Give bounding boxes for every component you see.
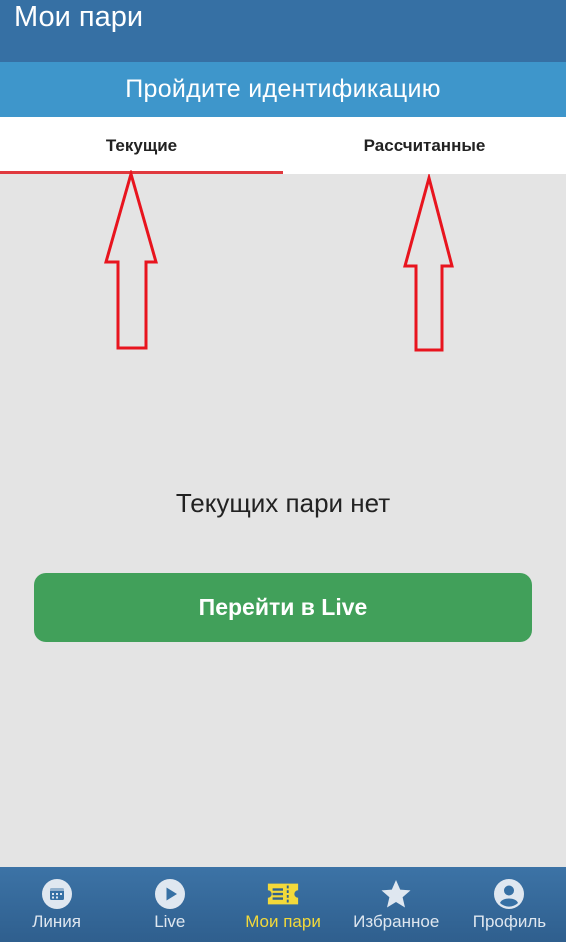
nav-item-live[interactable]: Live [113, 867, 226, 942]
star-icon [379, 879, 413, 909]
empty-state-message: Текущих пари нет [175, 488, 391, 518]
nav-item-favorites[interactable]: Избранное [340, 867, 453, 942]
app-header: Мои пари [0, 0, 566, 62]
nav-label: Избранное [353, 912, 440, 931]
play-icon [153, 879, 187, 909]
identification-banner-text: Пройдите идентификацию [125, 75, 441, 103]
annotation-arrow-settled [403, 174, 454, 352]
user-icon [492, 879, 526, 909]
annotation-arrow-current [104, 170, 158, 350]
calendar-icon [40, 879, 74, 909]
tab-settled-label: Рассчитанные [363, 135, 486, 155]
nav-label: Линия [32, 912, 81, 931]
bottom-navigation: Линия Live Мои пари Избранное Профиль [0, 867, 566, 942]
go-to-live-button[interactable]: Перейти в Live [34, 573, 532, 642]
identification-banner[interactable]: Пройдите идентификацию [0, 62, 566, 117]
ticket-icon [266, 879, 300, 909]
page-title: Мои пари [14, 1, 144, 33]
nav-item-line[interactable]: Линия [0, 867, 113, 942]
nav-label: Live [154, 912, 186, 931]
nav-item-profile[interactable]: Профиль [453, 867, 566, 942]
tab-current[interactable]: Текущие [0, 117, 283, 174]
nav-label: Профиль [472, 912, 547, 931]
bets-tabs: Текущие Рассчитанные [0, 117, 566, 174]
nav-item-my-bets[interactable]: Мои пари [226, 867, 339, 942]
tab-settled[interactable]: Рассчитанные [283, 117, 566, 174]
tab-current-label: Текущие [105, 135, 178, 155]
nav-label: Мои пари [245, 912, 321, 931]
